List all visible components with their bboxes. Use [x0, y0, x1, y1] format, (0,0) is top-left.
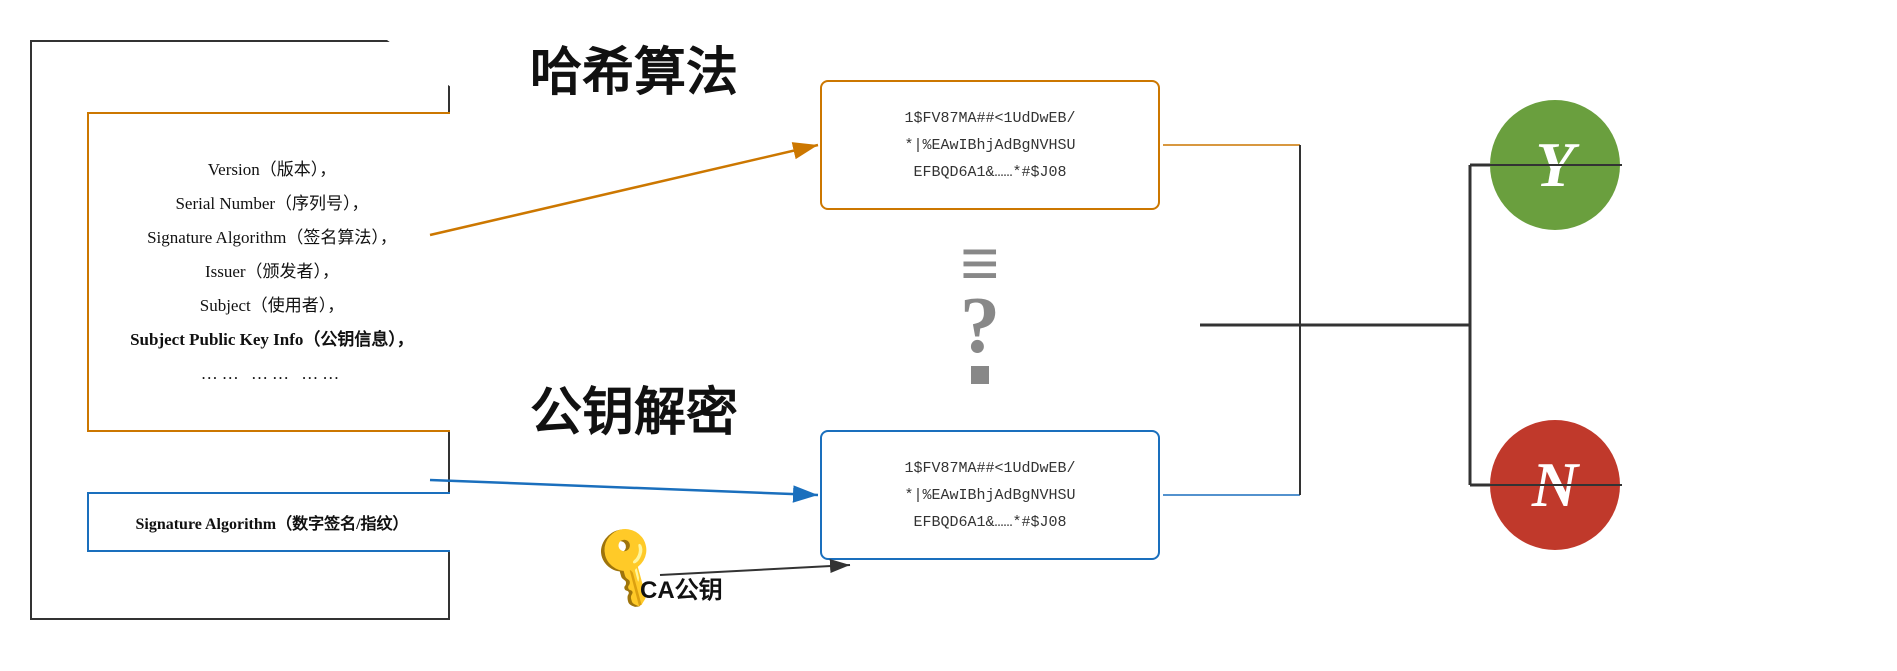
certificate-box: Version（版本）， Serial Number（序列号）， Signatu… [30, 40, 450, 620]
hash-result-box: 1$FV87MA##<1UdDwEB/*|%EAwIBhjAdBgNVHSUEF… [820, 80, 1160, 210]
cert-line7: …… …… …… [201, 357, 344, 391]
cert-line3: Signature Algorithm（签名算法）， [147, 221, 397, 255]
cert-line4: Issuer（颁发者）， [205, 255, 339, 289]
cert-line2: Serial Number（序列号）， [175, 187, 368, 221]
decrypt-result-text: 1$FV87MA##<1UdDwEB/*|%EAwIBhjAdBgNVHSUEF… [904, 455, 1075, 536]
cert-signature-section: Signature Algorithm（数字签名/指纹） [87, 492, 457, 552]
cert-line6: Subject Public Key Info（公钥信息）， [130, 323, 414, 357]
circle-y-label: Y [1535, 128, 1574, 202]
diagram-container: Version（版本）， Serial Number（序列号）， Signatu… [0, 0, 1897, 671]
cert-line1: Version（版本）， [208, 153, 336, 187]
equal-question-symbol: ≡ ? [960, 230, 1000, 384]
decrypt-result-box: 1$FV87MA##<1UdDwEB/*|%EAwIBhjAdBgNVHSUEF… [820, 430, 1160, 560]
title-hash: 哈希算法 [530, 30, 738, 105]
ca-key-label: CA公钥 [640, 570, 723, 605]
cert-sig-label: Signature Algorithm（数字签名/指纹） [135, 510, 408, 534]
circle-n-label: N [1532, 448, 1578, 522]
hash-result-text: 1$FV87MA##<1UdDwEB/*|%EAwIBhjAdBgNVHSUEF… [904, 105, 1075, 186]
cert-info-section: Version（版本）， Serial Number（序列号）， Signatu… [87, 112, 457, 432]
title-pubkey: 公钥解密 [530, 370, 738, 445]
cert-line5: Subject（使用者）， [200, 289, 345, 323]
circle-no: N [1490, 420, 1620, 550]
circle-yes: Y [1490, 100, 1620, 230]
